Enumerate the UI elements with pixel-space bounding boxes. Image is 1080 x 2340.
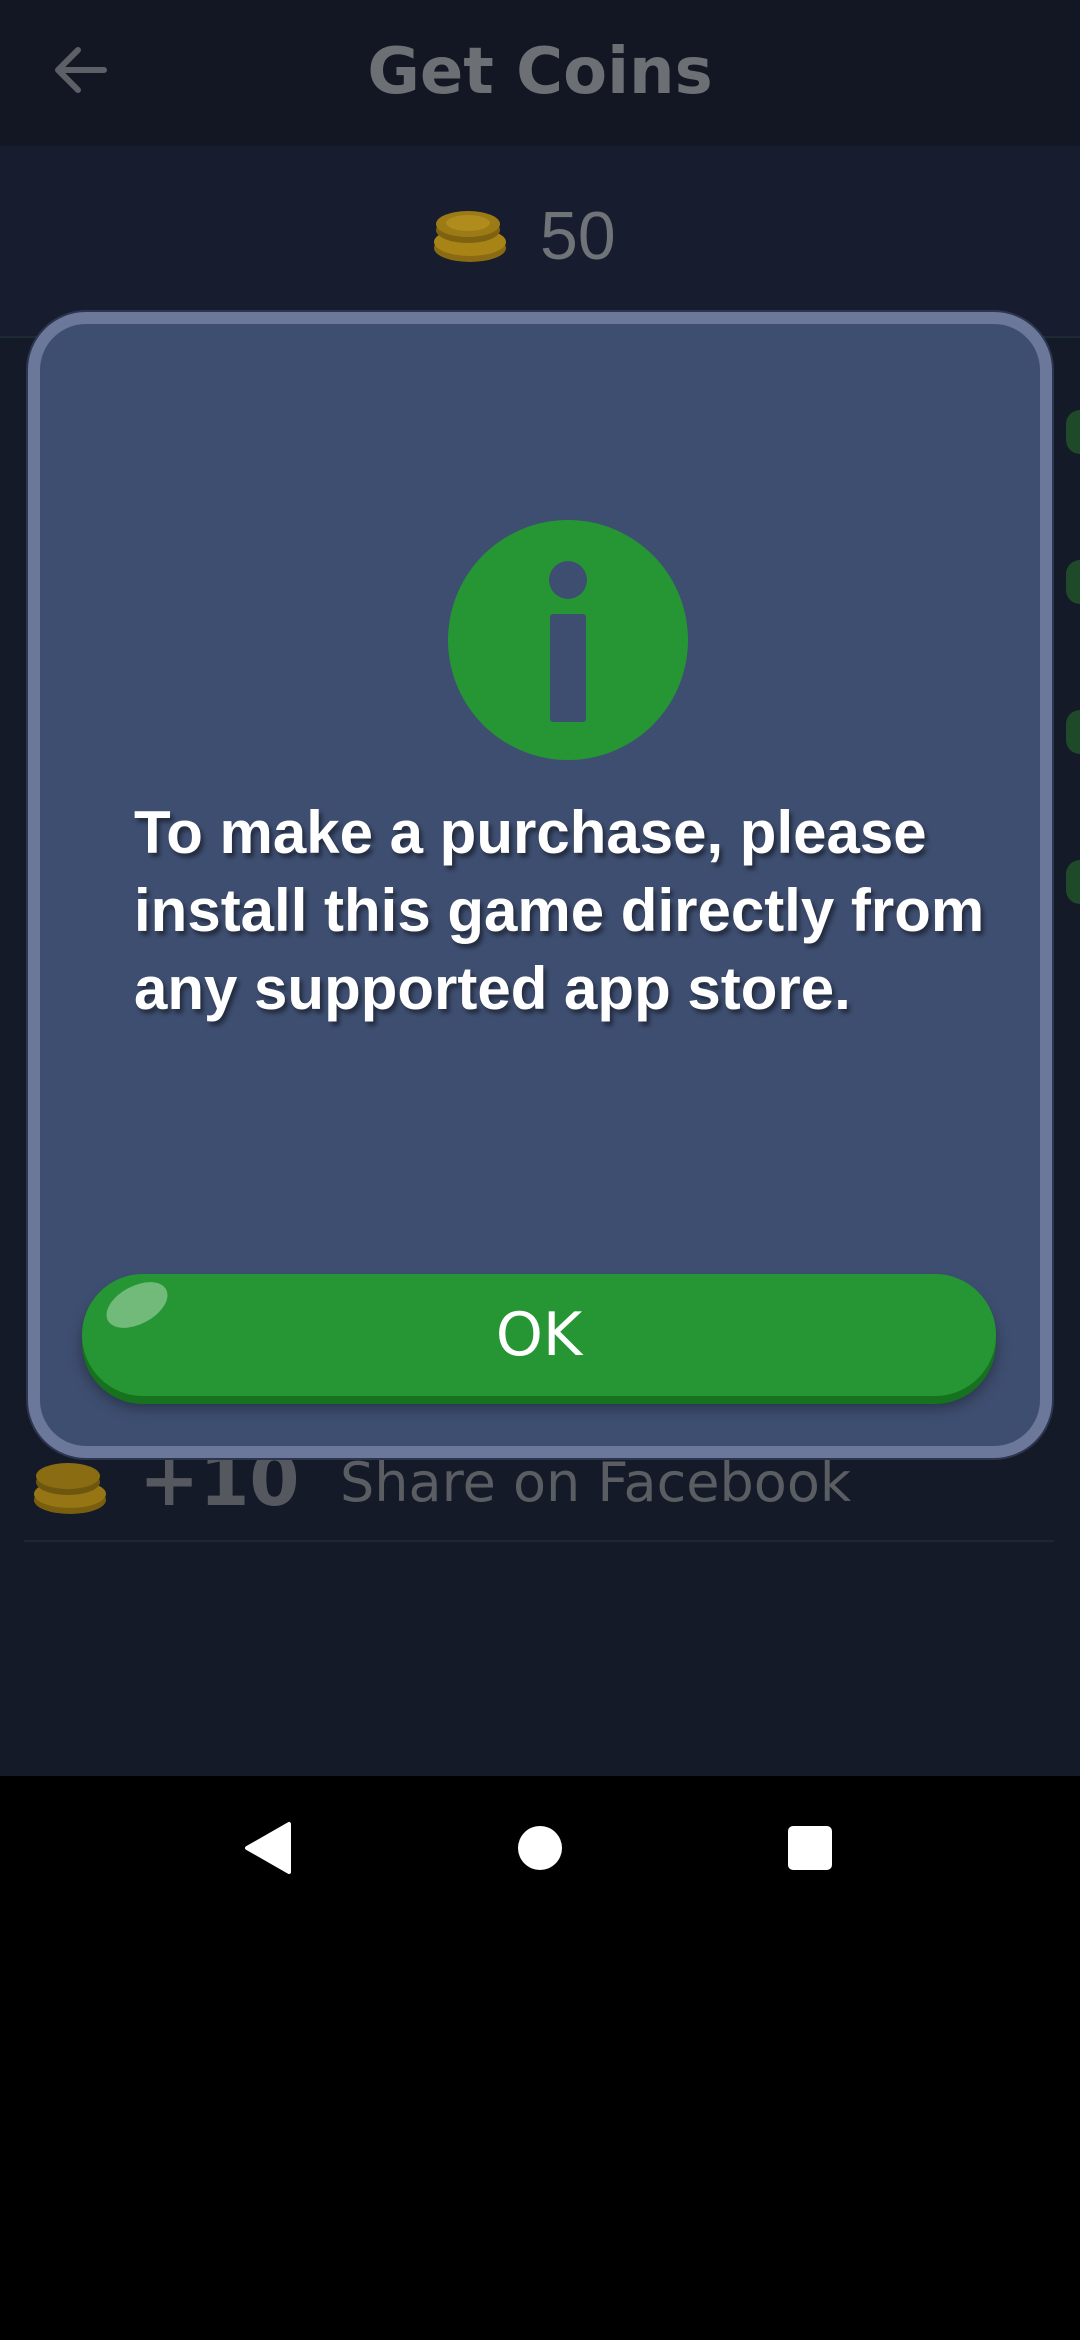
nav-recents-icon xyxy=(788,1826,832,1870)
nav-back-icon xyxy=(245,1822,291,1874)
list-item-marker xyxy=(1066,710,1080,754)
list-item-marker xyxy=(1066,410,1080,454)
info-icon xyxy=(448,520,688,760)
system-navigation-bar xyxy=(0,1776,1080,1920)
purchase-info-dialog: To make a purchase, please install this … xyxy=(28,312,1052,1458)
ok-button[interactable]: OK xyxy=(82,1272,996,1396)
nav-recents-button[interactable] xyxy=(760,1798,860,1898)
coin-balance-bar: 50 xyxy=(0,146,1080,338)
list-item-marker xyxy=(1066,560,1080,604)
nav-home-button[interactable] xyxy=(490,1798,590,1898)
coin-stack-icon xyxy=(34,1463,106,1514)
coin-balance-value: 50 xyxy=(540,198,616,274)
page-title: Get Coins xyxy=(367,35,713,109)
list-item-marker xyxy=(1066,860,1080,904)
app-header: Get Coins xyxy=(0,0,1080,146)
get-coins-screen: Get Coins 50 +10 Share on Facebook To ma… xyxy=(0,0,1080,1776)
nav-back-button[interactable] xyxy=(218,1798,318,1898)
dialog-message: To make a purchase, please install this … xyxy=(134,799,985,1022)
coin-stack-icon xyxy=(434,211,506,262)
reward-label: Share on Facebook xyxy=(340,1451,852,1514)
nav-home-icon xyxy=(518,1826,562,1870)
ok-button-label: OK xyxy=(495,1300,583,1370)
